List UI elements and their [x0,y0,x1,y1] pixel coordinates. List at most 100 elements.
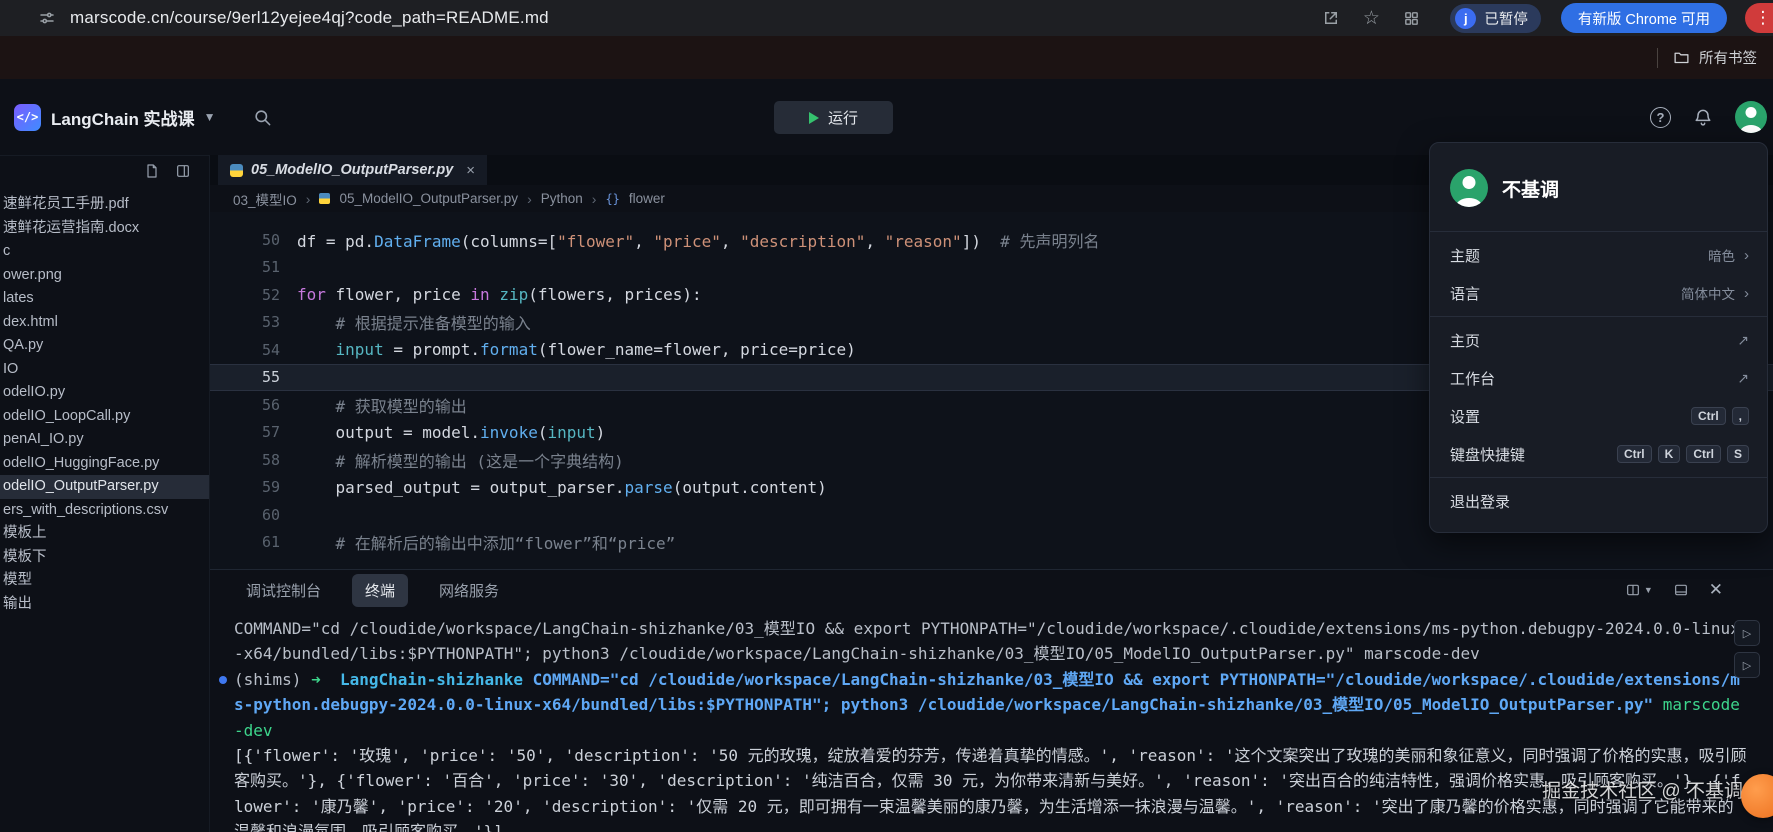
panel-tab[interactable]: 调试控制台 [233,574,334,607]
panel-tab[interactable]: 网络服务 [426,574,512,607]
menu-item-home[interactable]: 主页↗ [1430,321,1767,359]
folder-icon [1673,49,1690,66]
file-item[interactable]: odelIO_HuggingFace.py [0,452,209,476]
breadcrumb-item[interactable]: 03_模型IO [233,189,297,209]
tab-title: 05_ModelIO_OutputParser.py [251,162,453,178]
menu-item-shortcuts[interactable]: 键盘快捷键CtrlKCtrlS [1430,435,1767,473]
url-text[interactable]: marscode.cn/course/9erl12yejee4qj?code_p… [70,8,549,28]
file-item[interactable]: 模型 [0,569,209,593]
divider [1430,316,1767,317]
open-in-editor-icon[interactable]: ▷ [1734,652,1760,678]
file-item[interactable]: lates [0,287,209,311]
code-text: input = prompt.format(flower_name=flower… [297,340,856,359]
terminal-line: [{'flower': '玫瑰', 'price': '50', 'descri… [234,743,1747,832]
keyboard-shortcut: Ctrl [1686,445,1721,463]
keyboard-shortcut: , [1732,407,1749,425]
file-item[interactable]: odelIO_OutputParser.py [0,475,209,499]
bell-icon[interactable] [1693,107,1713,127]
file-item[interactable]: 模板上 [0,522,209,546]
site-settings-icon[interactable] [34,5,60,31]
file-item[interactable]: c [0,240,209,264]
extensions-icon[interactable] [1396,3,1426,33]
line-number: 58 [210,451,297,469]
file-item[interactable]: ower.png [0,264,209,288]
code-text: parsed_output = output_parser.parse(outp… [297,478,827,497]
all-bookmarks-label[interactable]: 所有书签 [1699,47,1757,68]
line-number: 54 [210,341,297,359]
divider [1430,477,1767,478]
line-number: 52 [210,286,297,304]
line-number: 50 [210,231,297,249]
file-item[interactable]: odelIO.py [0,381,209,405]
menu-item-label: 语言 [1450,283,1480,304]
panel-actions: ▼ ✕ [1625,580,1723,600]
screen: marscode.cn/course/9erl12yejee4qj?code_p… [0,0,1773,832]
code-text: # 根据提示准备模型的输入 [297,310,531,334]
file-list: 速鲜花员工手册.pdf速鲜花运营指南.docxcower.pnglatesdex… [0,187,209,616]
play-icon [809,112,819,124]
open-in-new-icon[interactable] [1316,3,1346,33]
python-file-icon [230,164,243,177]
menu-item-logout[interactable]: 退出登录 [1430,482,1767,520]
user-avatar[interactable] [1735,101,1767,133]
line-number: 53 [210,313,297,331]
line-number: 51 [210,258,297,276]
breadcrumb-item[interactable]: Python [541,191,583,206]
username: 不基调 [1502,175,1559,202]
close-tab-icon[interactable]: × [466,162,475,179]
close-panel-icon[interactable]: ✕ [1709,580,1723,600]
menu-item-label: 退出登录 [1450,491,1510,512]
line-number: 55 [210,368,297,386]
panel-tabs: 调试控制台终端网络服务 [233,574,512,607]
menu-item-value: 暗色 [1708,245,1735,265]
python-icon [319,193,330,204]
chrome-update-button[interactable]: 有新版 Chrome 可用 [1561,3,1727,33]
search-icon[interactable] [253,108,272,127]
maximize-panel-icon[interactable] [1673,582,1689,598]
split-terminal-icon[interactable]: ▼ [1625,582,1653,598]
workspace-title[interactable]: LangChain 实战课 [51,105,195,130]
file-item[interactable]: penAI_IO.py [0,428,209,452]
menu-item-settings[interactable]: 设置Ctrl, [1430,397,1767,435]
file-item[interactable]: IO [0,358,209,382]
file-item[interactable]: ers_with_descriptions.csv [0,499,209,523]
extension-paused-badge[interactable]: j 已暂停 [1450,4,1541,33]
external-link-icon: ↗ [1737,370,1749,387]
open-in-editor-icon[interactable]: ▷ [1734,620,1760,646]
help-icon[interactable]: ? [1650,107,1671,128]
terminal-output[interactable]: COMMAND="cd /cloudide/workspace/LangChai… [210,610,1773,832]
new-file-icon[interactable] [144,163,160,179]
chevron-down-icon[interactable]: ▼ [204,110,216,124]
divider [1430,231,1767,232]
file-item[interactable]: 模板下 [0,546,209,570]
file-item[interactable]: QA.py [0,334,209,358]
panel-tab[interactable]: 终端 [352,574,408,607]
breadcrumb-separator-icon: › [527,191,532,207]
bottom-panel: 调试控制台终端网络服务 ▼ [210,569,1773,832]
run-button[interactable]: 运行 [774,101,893,134]
menu-item-label: 设置 [1450,406,1480,427]
user-menu-items: 主题暗色›语言简体中文›主页↗工作台↗设置Ctrl,键盘快捷键CtrlKCtrl… [1430,236,1767,520]
browser-toolbar: marscode.cn/course/9erl12yejee4qj?code_p… [0,0,1773,36]
file-item[interactable]: 速鲜花运营指南.docx [0,217,209,241]
menu-item-language[interactable]: 语言 简体中文 › [1430,274,1767,312]
keyboard-shortcut: K [1658,445,1681,463]
file-item[interactable]: odelIO_LoopCall.py [0,405,209,429]
browser-menu-icon[interactable]: ⋮ [1745,3,1773,33]
bookmarks-divider [1657,48,1658,68]
menu-item-label: 主题 [1450,245,1480,266]
menu-item-theme[interactable]: 主题暗色› [1430,236,1767,274]
file-item[interactable]: 输出 [0,593,209,617]
code-text: # 获取模型的输出 [297,393,467,417]
breadcrumb-item[interactable]: 05_ModelIO_OutputParser.py [339,191,518,206]
editor-tab[interactable]: 05_ModelIO_OutputParser.py × [218,155,487,185]
open-editors-icon[interactable] [175,163,191,179]
menu-item-workbench[interactable]: 工作台↗ [1430,359,1767,397]
breadcrumb-item[interactable]: flower [629,191,665,206]
menu-item-value: 简体中文 [1681,283,1735,303]
bookmark-star-icon[interactable]: ☆ [1356,3,1386,33]
user-menu: 不基调 主题暗色›语言简体中文›主页↗工作台↗设置Ctrl,键盘快捷键CtrlK… [1429,142,1768,533]
chevron-right-icon: › [1744,285,1749,302]
file-item[interactable]: dex.html [0,311,209,335]
file-item[interactable]: 速鲜花员工手册.pdf [0,193,209,217]
